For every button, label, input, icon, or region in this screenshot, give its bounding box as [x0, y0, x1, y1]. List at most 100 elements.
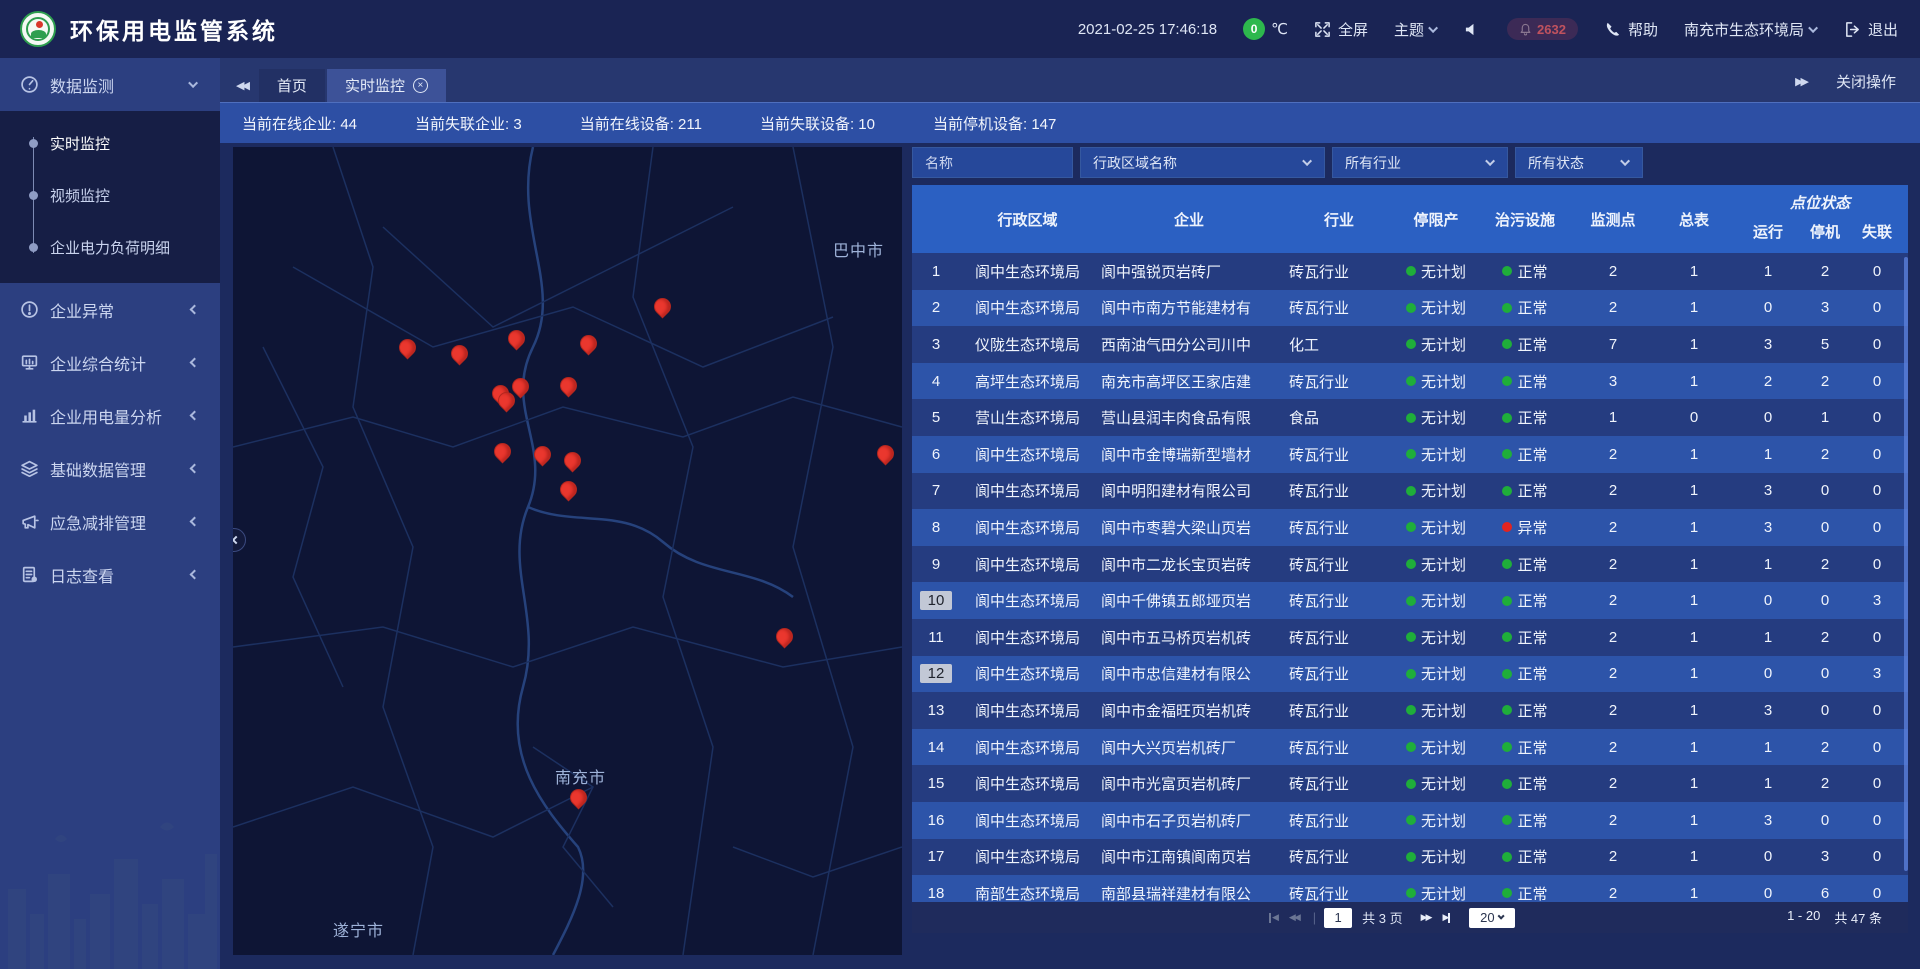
close-tab-icon[interactable]: × — [413, 78, 428, 93]
cell-limit: 无计划 — [1395, 407, 1477, 428]
table-row-9[interactable]: 9阆中生态环境局阆中市二龙长宝页岩砖砖瓦行业无计划正常21120 — [912, 546, 1908, 583]
prev-page-button[interactable]: ◀◀ — [1283, 912, 1305, 923]
table-row-18[interactable]: 18南部生态环境局南部县瑞祥建材有限公砖瓦行业无计划正常21060 — [912, 875, 1908, 902]
sidebar-subitem-0-2[interactable]: 企业电力负荷明细 — [0, 221, 220, 273]
app-root: 环保用电监管系统 2021-02-25 17:46:18 0 ℃ 全屏 主题 — [0, 0, 1920, 969]
cell-facility: 正常 — [1477, 444, 1573, 465]
sidebar-item-0[interactable]: 数据监测 — [0, 58, 220, 111]
cell-lost: 0 — [1849, 739, 1905, 756]
org-dropdown[interactable]: 南充市生态环境局 — [1684, 19, 1818, 40]
fullscreen-icon — [1314, 21, 1331, 38]
table-row-3[interactable]: 3仪陇生态环境局西南油气田分公司川中化工无计划正常71350 — [912, 326, 1908, 363]
status-dot-icon — [1502, 376, 1512, 386]
sidebar-item-2[interactable]: 企业综合统计 — [0, 336, 220, 389]
city-label-1: 南充市 — [555, 764, 606, 788]
cell-industry: 砖瓦行业 — [1283, 773, 1395, 794]
cell-facility: 正常 — [1477, 261, 1573, 282]
pagination-summary: 1 - 20 共 47 条 — [1787, 908, 1908, 927]
cell-enterprise: 阆中市五马桥页岩机砖 — [1095, 627, 1283, 648]
table-row-5[interactable]: 5营山生态环境局营山县润丰肉食品有限食品无计划正常10010 — [912, 399, 1908, 436]
table-row-8[interactable]: 8阆中生态环境局阆中市枣碧大梁山页岩砖瓦行业无计划异常21300 — [912, 509, 1908, 546]
first-page-button[interactable]: ◀ — [1262, 912, 1283, 923]
cell-points: 2 — [1573, 519, 1653, 536]
col-group-point-status: 点位状态运行停机失联 — [1735, 185, 1905, 253]
tab-realtime-monitoring[interactable]: 实时监控 × — [327, 69, 446, 102]
cell-industry: 砖瓦行业 — [1283, 444, 1395, 465]
cell-stop: 2 — [1801, 739, 1849, 756]
table-row-7[interactable]: 7阆中生态环境局阆中明阳建材有限公司砖瓦行业无计划正常21300 — [912, 473, 1908, 510]
cell-enterprise: 阆中市南方节能建材有 — [1095, 297, 1283, 318]
table-scrollbar[interactable] — [1904, 257, 1908, 871]
status-dot-icon — [1502, 303, 1512, 313]
sidebar-item-5[interactable]: 应急减排管理 — [0, 495, 220, 548]
cell-run: 1 — [1735, 263, 1801, 280]
page-size-select[interactable]: 20 — [1469, 908, 1515, 928]
close-operations-button[interactable]: 关闭操作 — [1836, 71, 1896, 92]
cell-stop: 0 — [1801, 519, 1849, 536]
cell-meters: 1 — [1653, 592, 1735, 609]
help-button[interactable]: 帮助 — [1604, 19, 1658, 40]
last-page-button[interactable]: ▶ — [1436, 912, 1457, 923]
cell-region: 阆中生态环境局 — [960, 297, 1095, 318]
status-dot-icon — [1406, 522, 1416, 532]
cell-idx: 12 — [912, 664, 960, 683]
region-filter-select[interactable]: 行政区域名称 — [1080, 147, 1325, 178]
cell-limit: 无计划 — [1395, 700, 1477, 721]
table-row-11[interactable]: 11阆中生态环境局阆中市五马桥页岩机砖砖瓦行业无计划正常21120 — [912, 619, 1908, 656]
sidebar-item-3[interactable]: 企业用电量分析 — [0, 389, 220, 442]
table-row-1[interactable]: 1阆中生态环境局阆中强锐页岩砖厂砖瓦行业无计划正常21120 — [912, 253, 1908, 290]
table-row-2[interactable]: 2阆中生态环境局阆中市南方节能建材有砖瓦行业无计划正常21030 — [912, 290, 1908, 327]
cell-lost: 0 — [1849, 885, 1905, 902]
page-number-input[interactable]: 1 — [1324, 908, 1352, 928]
status-filter-select[interactable]: 所有状态 — [1515, 147, 1643, 178]
cell-facility: 正常 — [1477, 627, 1573, 648]
stat-1: 当前失联企业: 3 — [415, 113, 522, 134]
status-dot-icon — [1502, 486, 1512, 496]
table-row-15[interactable]: 15阆中生态环境局阆中市光富页岩机砖厂砖瓦行业无计划正常21120 — [912, 765, 1908, 802]
gauge-icon — [20, 75, 39, 94]
mute-button[interactable] — [1464, 21, 1481, 38]
table-row-16[interactable]: 16阆中生态环境局阆中市石子页岩机砖厂砖瓦行业无计划正常21300 — [912, 802, 1908, 839]
sidebar-subitem-0-0[interactable]: 实时监控 — [0, 117, 220, 169]
cell-lost: 0 — [1849, 556, 1905, 573]
cell-limit: 无计划 — [1395, 480, 1477, 501]
next-page-button[interactable]: ▶▶ — [1415, 912, 1437, 923]
cell-idx: 15 — [912, 775, 960, 792]
cell-points: 2 — [1573, 885, 1653, 902]
table-row-4[interactable]: 4高坪生态环境局南充市高坪区王家店建砖瓦行业无计划正常31220 — [912, 363, 1908, 400]
cell-meters: 1 — [1653, 739, 1735, 756]
table-row-13[interactable]: 13阆中生态环境局阆中市金福旺页岩机砖砖瓦行业无计划正常21300 — [912, 692, 1908, 729]
notification-badge[interactable]: 2632 — [1507, 18, 1578, 40]
cell-facility: 正常 — [1477, 883, 1573, 902]
sidebar-item-1[interactable]: 企业异常 — [0, 283, 220, 336]
tabs-scroll-left-button[interactable]: ◀◀ — [232, 79, 251, 92]
sidebar-item-6[interactable]: 日志查看 — [0, 548, 220, 601]
status-dot-icon — [1406, 339, 1416, 349]
col-header-4: 停限产 — [1395, 185, 1477, 253]
tabs-scroll-right-button[interactable]: ▶▶ — [1791, 75, 1810, 88]
theme-dropdown[interactable]: 主题 — [1394, 19, 1438, 40]
industry-filter-select[interactable]: 所有行业 — [1332, 147, 1508, 178]
sidebar-subitem-0-1[interactable]: 视频监控 — [0, 169, 220, 221]
cell-limit: 无计划 — [1395, 297, 1477, 318]
sidebar-item-4[interactable]: 基础数据管理 — [0, 442, 220, 495]
table-row-17[interactable]: 17阆中生态环境局阆中市江南镇阆南页岩砖瓦行业无计划正常21030 — [912, 839, 1908, 876]
chevron-down-icon — [1485, 156, 1495, 166]
cell-stop: 2 — [1801, 556, 1849, 573]
logout-button[interactable]: 退出 — [1844, 19, 1898, 40]
chevron-down-icon — [1302, 156, 1312, 166]
fullscreen-button[interactable]: 全屏 — [1314, 19, 1368, 40]
cell-industry: 砖瓦行业 — [1283, 261, 1395, 282]
cell-industry: 砖瓦行业 — [1283, 371, 1395, 392]
status-dot-icon — [1406, 888, 1416, 898]
table-row-14[interactable]: 14阆中生态环境局阆中大兴页岩机砖厂砖瓦行业无计划正常21120 — [912, 729, 1908, 766]
table-row-6[interactable]: 6阆中生态环境局阆中市金博瑞新型墙材砖瓦行业无计划正常21120 — [912, 436, 1908, 473]
cell-lost: 0 — [1849, 519, 1905, 536]
tab-home[interactable]: 首页 — [259, 69, 325, 102]
cell-region: 南部生态环境局 — [960, 883, 1095, 902]
map[interactable]: 巴中市南充市遂宁市 — [233, 147, 902, 955]
name-filter-input[interactable] — [925, 155, 1060, 171]
cell-enterprise: 阆中强锐页岩砖厂 — [1095, 261, 1283, 282]
table-row-10[interactable]: 10阆中生态环境局阆中千佛镇五郎垭页岩砖瓦行业无计划正常21003 — [912, 582, 1908, 619]
table-row-12[interactable]: 12阆中生态环境局阆中市忠信建材有限公砖瓦行业无计划正常21003 — [912, 656, 1908, 693]
